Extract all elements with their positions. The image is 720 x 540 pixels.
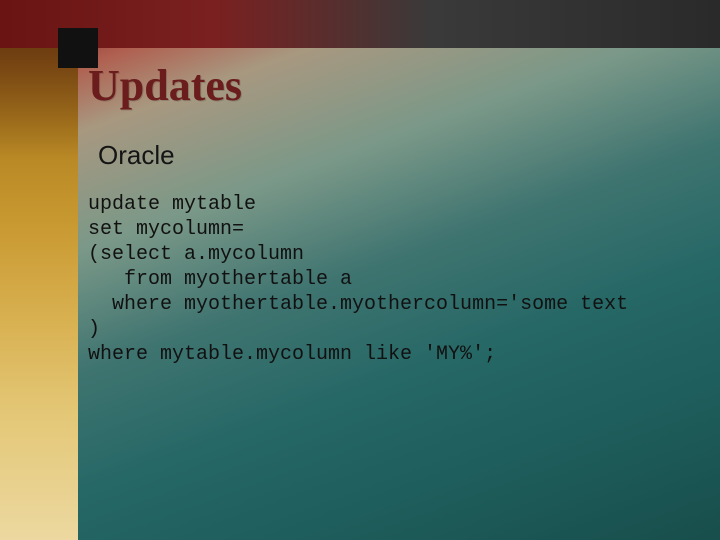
- slide: Updates Oracle update mytable set mycolu…: [0, 0, 720, 540]
- left-accent-band: [0, 48, 78, 540]
- code-block: update mytable set mycolumn= (select a.m…: [88, 192, 720, 367]
- slide-subtitle: Oracle: [98, 140, 175, 171]
- slide-title: Updates: [88, 60, 242, 111]
- top-accent-band: [0, 0, 720, 48]
